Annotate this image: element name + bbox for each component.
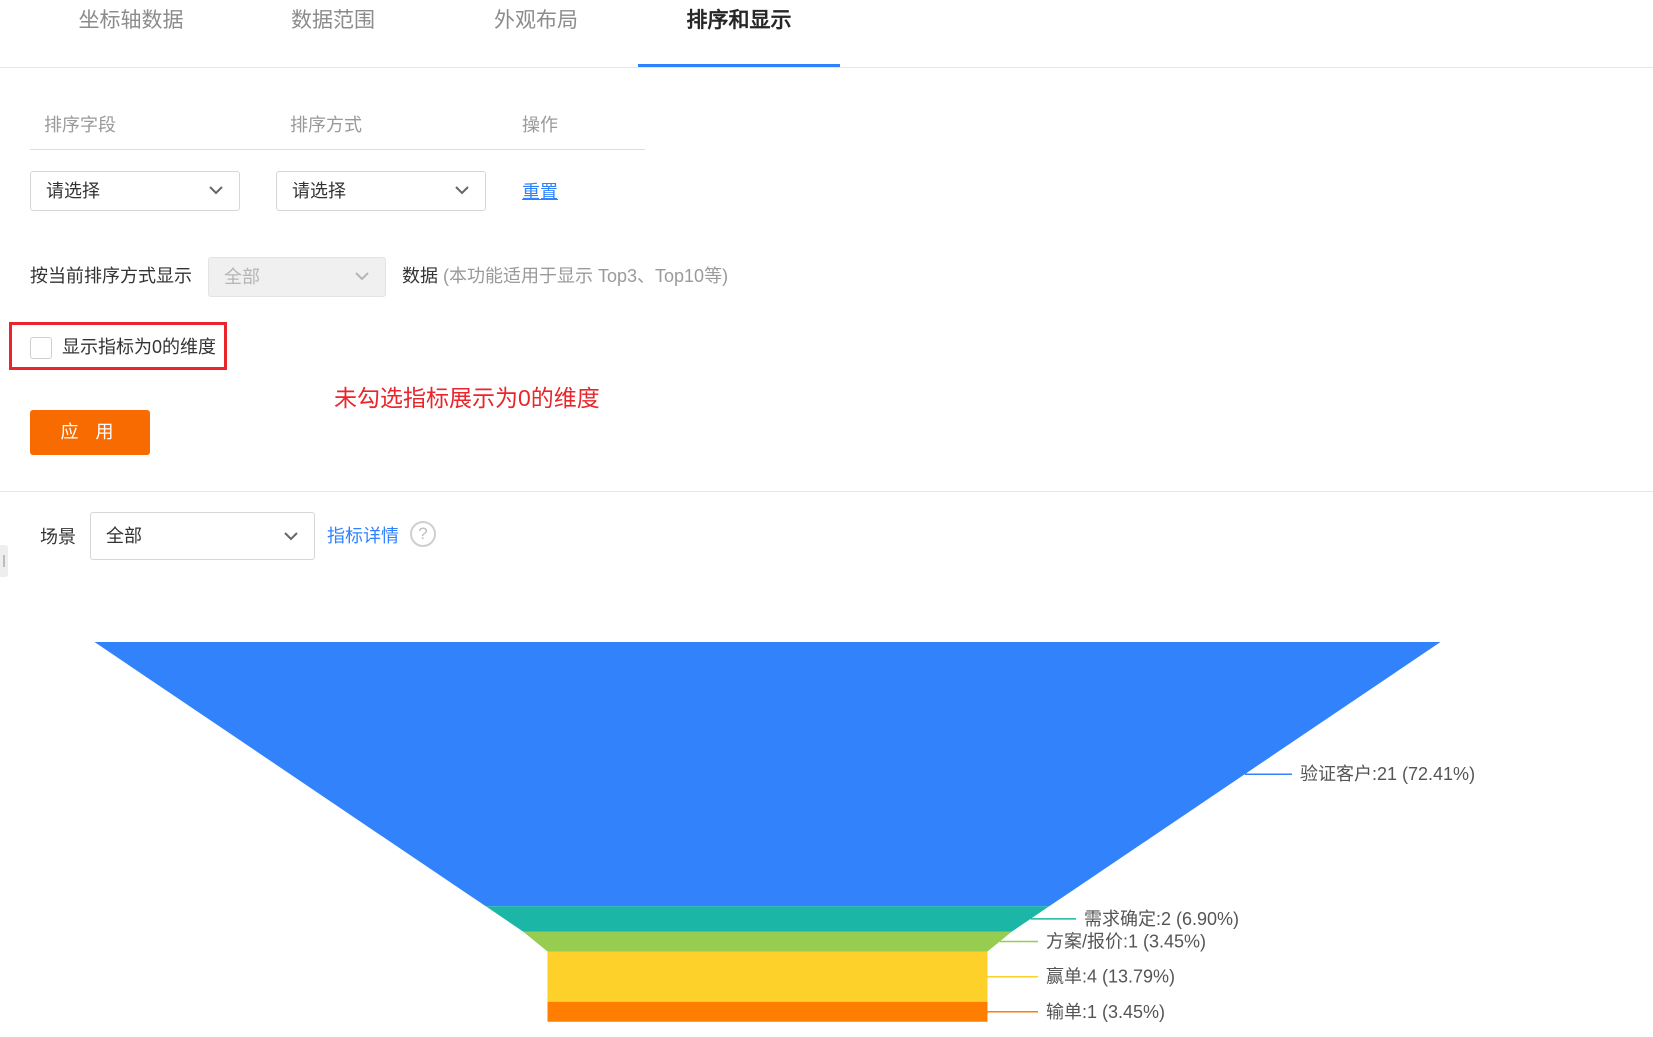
tab-sort-and-display[interactable]: 排序和显示 [668,0,810,67]
reset-link[interactable]: 重置 [522,179,558,205]
display-hint: (本功能适用于显示 Top3、Top10等) [443,266,729,286]
sort-field-select[interactable]: 请选择 [30,171,240,211]
apply-button[interactable]: 应 用 [30,410,150,455]
scene-select[interactable]: 全部 [90,512,315,560]
active-tab-indicator [638,64,840,67]
annotation-text: 未勾选指标展示为0的维度 [334,385,600,411]
chevron-down-icon [209,186,223,195]
sort-method-select-value: 请选择 [292,181,346,201]
header-sort-field: 排序字段 [44,115,116,135]
chevron-down-icon [355,272,369,281]
display-count-select[interactable]: 全部 [208,257,386,297]
tab-appearance-layout[interactable]: 外观布局 [475,0,597,67]
chevron-down-icon [284,532,298,541]
sort-method-select[interactable]: 请选择 [276,171,486,211]
tab-axis-data[interactable]: 坐标轴数据 [60,0,202,67]
display-prefix-label: 按当前排序方式显示 [30,266,192,286]
tab-bar: 坐标轴数据 数据范围 外观布局 排序和显示 [0,0,1653,68]
funnel-chart: 验证客户:21 (72.41%) 需求确定:2 (6.90%) 方案/报价:1 (3… [94,642,1475,1022]
tab-data-range[interactable]: 数据范围 [272,0,394,67]
help-icon[interactable]: ? [410,521,436,547]
funnel-stage-1 [94,642,1441,907]
scene-label: 场景 [40,527,76,547]
sort-field-select-value: 请选择 [46,181,100,201]
funnel-data-label: 赢单:4 (13.79%) [1046,966,1175,987]
funnel-data-label: 验证客户:21 (72.41%) [1300,764,1475,784]
funnel-data-label: 方案/报价:1 (3.45%) [1046,932,1206,952]
funnel-data-label: 输单:1 (3.45%) [1046,1002,1165,1022]
display-suffix-label: 数据 [402,266,438,286]
chevron-down-icon [455,186,469,195]
show-zero-dimension-checkbox[interactable] [30,337,52,359]
show-zero-dimension-label[interactable]: 显示指标为0的维度 [62,334,216,360]
header-action: 操作 [522,115,558,135]
metric-details-link[interactable]: 指标详情 [327,523,399,549]
funnel-data-label: 需求确定:2 (6.90%) [1084,909,1239,929]
table-header-divider [30,149,645,150]
section-divider [0,491,1653,492]
funnel-stage-3 [523,931,1012,952]
header-sort-method: 排序方式 [290,115,362,135]
funnel-stage-2 [485,906,1050,932]
scene-select-value: 全部 [106,526,142,546]
funnel-stage-4 [547,951,988,1002]
funnel-stage-5 [547,1001,988,1022]
display-count-select-value: 全部 [224,267,260,287]
